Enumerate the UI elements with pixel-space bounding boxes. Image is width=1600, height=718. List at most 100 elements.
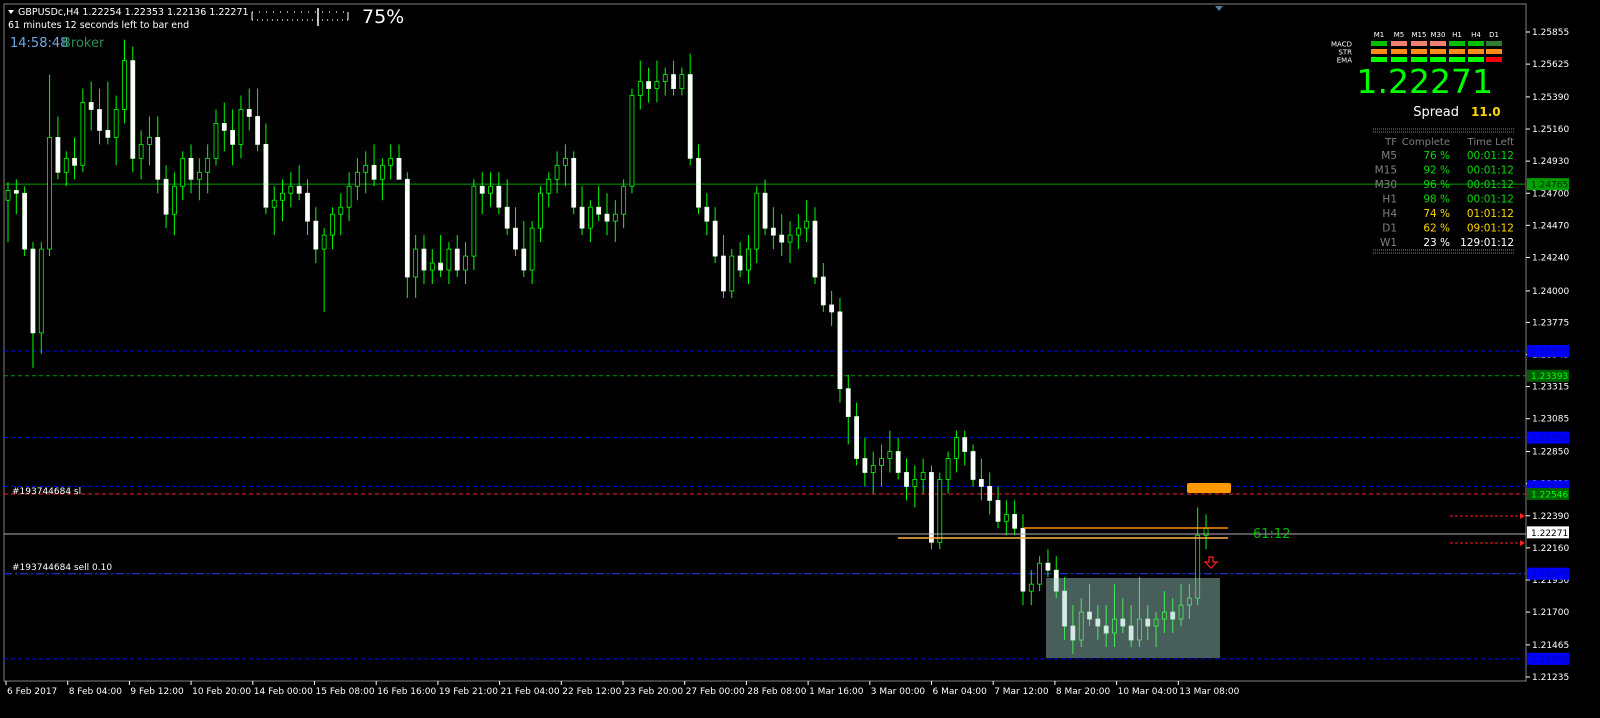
candle-body (729, 255, 735, 292)
candle-body (13, 190, 19, 194)
table-cell-tf: H1 (1382, 194, 1397, 206)
sell-order-label: #193744684 sell 0.10 (12, 563, 112, 573)
signal-cell (1371, 41, 1387, 46)
candle-body (246, 109, 252, 117)
candle-body (196, 171, 202, 180)
candle-body (596, 206, 602, 215)
table-cell-time-left: 00:01:12 (1467, 194, 1514, 206)
time-tick-label: 27 Feb 00:00 (686, 687, 745, 697)
candle-body (221, 123, 227, 131)
spread-label: Spread (1413, 105, 1459, 120)
candle-body (879, 458, 884, 466)
signal-row-label: EMA (1337, 57, 1352, 65)
candle-body (421, 248, 427, 271)
candle-body (355, 171, 360, 187)
candle-body (404, 178, 410, 278)
signal-cell (1430, 41, 1446, 46)
candle-body (296, 185, 302, 194)
candle-body (113, 109, 119, 138)
candle-body (138, 143, 144, 159)
candle-body (870, 465, 876, 473)
candle-body (163, 178, 169, 215)
horizontal-levels (4, 183, 1526, 660)
candle-body (920, 472, 926, 480)
candle-body (654, 81, 660, 89)
candle-body (563, 157, 568, 166)
candle-body (587, 206, 593, 229)
candle-body (1045, 562, 1051, 571)
price-tick-label: 1.24470 (1532, 221, 1569, 231)
candle-body (429, 262, 435, 271)
candle-body (47, 137, 52, 250)
candle-body (63, 157, 69, 173)
price-tag-label: 1.22546 (1531, 490, 1568, 500)
candle-body (22, 192, 28, 250)
arrow-right-icon (1520, 513, 1525, 519)
arrow-right-icon (1520, 540, 1525, 546)
candle-body (687, 74, 693, 159)
time-tick-label: 3 Mar 00:00 (871, 687, 926, 697)
table-cell-tf: M15 (1375, 165, 1397, 177)
take-profit-marker[interactable] (1187, 483, 1231, 493)
signal-row-label: STR (1338, 49, 1352, 57)
candle-body (105, 130, 111, 138)
candle-body (696, 157, 701, 208)
price-tick-label: 1.25160 (1532, 125, 1569, 135)
candle-body (1003, 513, 1009, 522)
candle-body (945, 458, 951, 480)
candle-body (737, 255, 743, 271)
signal-cell (1486, 49, 1502, 54)
time-tick-label: 8 Feb 04:00 (69, 687, 123, 697)
candle-body (529, 227, 535, 271)
time-tick-label: 22 Feb 12:00 (562, 687, 621, 697)
candle-body (30, 248, 36, 334)
candle-body (762, 192, 768, 229)
table-header: TF (1384, 137, 1397, 148)
timeframe-table: TF Complete Time Left M5 76 % 00:01:12 M15 92 %… (1373, 128, 1514, 254)
candle-body (80, 102, 86, 166)
time-tick-label: 6 Mar 04:00 (933, 687, 988, 697)
trading-terminal-chart-window: 61:12 #193744684 sl #193744684 sell 0.10… (0, 0, 1600, 718)
candle-body (438, 262, 444, 271)
candle-body (130, 60, 136, 159)
candle-body (1037, 562, 1043, 585)
price-chart[interactable]: 61:12 #193744684 sl #193744684 sell 0.10… (0, 0, 1600, 718)
candle-body (804, 220, 810, 229)
time-tick-label: 10 Mar 04:00 (1118, 687, 1178, 697)
price-tick-label: 1.25625 (1532, 60, 1569, 70)
candle-body (754, 192, 760, 250)
signal-cell (1371, 49, 1387, 54)
range-rectangle[interactable] (1046, 578, 1220, 658)
candle-body (770, 227, 776, 236)
bar-timer-text: 61 minutes 12 seconds left to bar end (8, 20, 189, 31)
time-tick-label: 21 Feb 04:00 (501, 687, 560, 697)
price-tick-label: 1.24000 (1532, 287, 1569, 297)
table-cell-tf: H4 (1382, 208, 1397, 220)
scroll-marker-icon[interactable] (1215, 6, 1223, 11)
table-cell-tf: W1 (1380, 237, 1397, 249)
table-cell-tf: M5 (1381, 150, 1397, 162)
table-cell-complete: 98 % (1423, 194, 1450, 206)
clock-source: Broker (62, 36, 105, 51)
candle-body (746, 248, 751, 271)
time-tick-label: 15 Feb 08:00 (316, 687, 375, 697)
price-tick-label: 1.24700 (1532, 189, 1569, 199)
signal-tf-header: H4 (1471, 31, 1481, 39)
candle-body (579, 206, 585, 229)
table-cell-time-left: 09:01:12 (1467, 223, 1514, 235)
signal-tf-header: M30 (1431, 31, 1446, 39)
table-cell-complete: 96 % (1423, 179, 1450, 191)
chart-menu-icon[interactable] (8, 10, 14, 14)
price-tick-label: 1.22160 (1532, 544, 1569, 554)
table-cell-time-left: 129:01:12 (1460, 237, 1514, 249)
time-tick-label: 9 Feb 12:00 (130, 687, 184, 697)
sl-order-label: #193744684 sl (12, 487, 81, 497)
table-cell-complete: 62 % (1423, 223, 1450, 235)
candle-body (621, 185, 627, 215)
candle-body (646, 81, 651, 89)
candle-body (954, 437, 959, 459)
price-tick-label: 1.23775 (1532, 318, 1569, 328)
price-tick-label: 1.21700 (1532, 608, 1569, 618)
candles (5, 39, 1209, 654)
candle-body (787, 234, 793, 243)
